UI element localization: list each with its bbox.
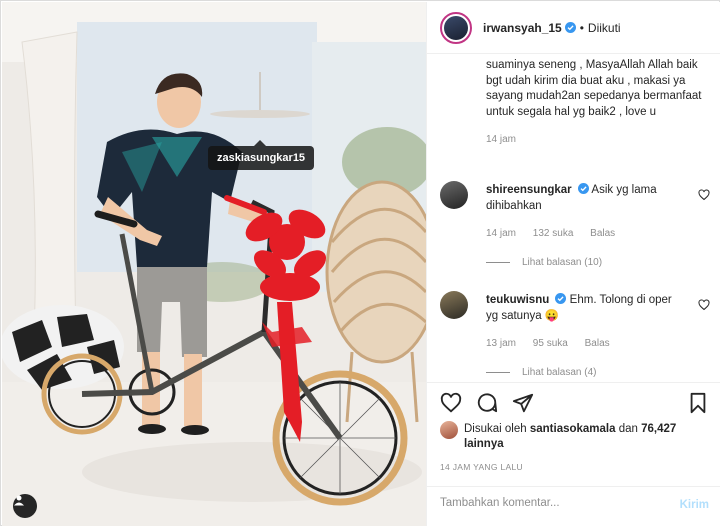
comments-list[interactable]: suaminya seneng , MasyaAllah Allah baik …: [427, 55, 720, 382]
author-avatar[interactable]: [440, 11, 472, 44]
caption-body: suaminya seneng , MasyaAllah Allah baik …: [486, 59, 702, 118]
post-photo[interactable]: zaskiasungkar15: [2, 2, 426, 526]
post-action-bar: [427, 382, 720, 420]
author-username[interactable]: irwansyah_15: [483, 21, 562, 35]
commenter-avatar[interactable]: [440, 181, 468, 209]
comment-body: teukuwisnu Ehm. Tolong di oper yg satuny…: [486, 293, 686, 352]
post-comment-button[interactable]: Kirim: [680, 499, 709, 511]
comment-time[interactable]: 13 jam: [486, 338, 516, 349]
comment-likes[interactable]: 95 suka: [533, 338, 568, 349]
post-frame: zaskiasungkar15 irwansyah_15 • Diikuti s…: [0, 0, 720, 526]
post-timestamp[interactable]: 14 JAM YANG LALU: [440, 462, 523, 472]
view-replies-button[interactable]: Lihat balasan (4): [486, 367, 597, 378]
reply-button[interactable]: Balas: [590, 228, 615, 239]
liker-avatar[interactable]: [440, 421, 458, 439]
verified-badge-icon: [564, 22, 576, 33]
post-header: irwansyah_15 • Diikuti: [427, 2, 720, 54]
likes-prefix: Disukai oleh: [464, 423, 527, 435]
post-caption: suaminya seneng , MasyaAllah Allah baik …: [486, 58, 706, 148]
user-icon: [14, 495, 24, 506]
comment-like-heart-icon[interactable]: [698, 189, 710, 201]
comment-username[interactable]: shireensungkar: [486, 184, 572, 196]
follow-status-button[interactable]: Diikuti: [588, 21, 621, 35]
likes-joiner: dan: [618, 423, 638, 435]
liker-username[interactable]: santiasokamala: [530, 423, 616, 435]
comment-likes[interactable]: 132 suka: [533, 228, 574, 239]
view-replies-label: Lihat balasan (4): [522, 367, 597, 378]
commenter-avatar[interactable]: [440, 291, 468, 319]
comment-username[interactable]: teukuwisnu: [486, 294, 549, 306]
view-replies-button[interactable]: Lihat balasan (10): [486, 257, 602, 268]
heart-icon[interactable]: [440, 392, 462, 414]
header-separator: •: [579, 20, 584, 35]
verified-badge-icon: [577, 183, 589, 194]
photo-illustration: [2, 2, 426, 526]
add-comment-bar: Kirim: [427, 486, 720, 526]
view-replies-label: Lihat balasan (10): [522, 257, 603, 268]
bookmark-icon[interactable]: [687, 392, 709, 414]
comment-like-heart-icon[interactable]: [698, 299, 710, 311]
comment-body: shireensungkar Asik yg lama dihibahkan 1…: [486, 183, 686, 242]
share-icon[interactable]: [512, 392, 534, 414]
verified-badge-icon: [555, 293, 567, 304]
user-tag-label[interactable]: zaskiasungkar15: [208, 140, 315, 170]
caption-time[interactable]: 14 jam: [486, 134, 516, 145]
comment-icon[interactable]: [476, 392, 498, 414]
reply-button[interactable]: Balas: [585, 338, 610, 349]
tagged-users-button[interactable]: [13, 494, 37, 518]
comment-time[interactable]: 14 jam: [486, 228, 516, 239]
comment-input[interactable]: [440, 497, 660, 509]
post-details-panel: irwansyah_15 • Diikuti suaminya seneng ,…: [426, 2, 720, 526]
